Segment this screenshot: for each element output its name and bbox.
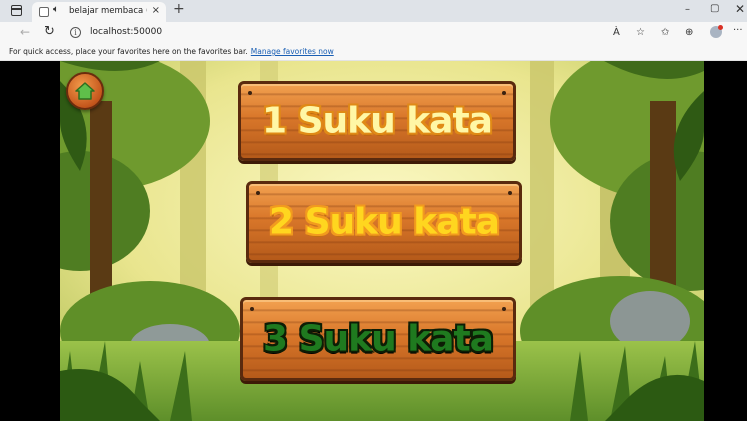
home-button[interactable] xyxy=(66,72,104,110)
speaker-icon[interactable]: 🔈︎ xyxy=(53,4,59,15)
reload-icon[interactable]: ↻ xyxy=(44,24,55,39)
option-label: 2 Suku kata xyxy=(269,201,500,243)
nail-icon xyxy=(508,191,512,195)
browser-tab[interactable]: 🔈︎ belajar membaca (Construct × xyxy=(32,2,166,22)
manage-favorites-link[interactable]: Manage favorites now xyxy=(251,47,334,56)
minimize-button[interactable]: – xyxy=(685,4,690,15)
browser-toolbar: ← ↻ i localhost:50000 À ☆ ✩ ⊕ ··· xyxy=(0,22,747,44)
nail-icon xyxy=(250,307,254,311)
maximize-button[interactable]: ▢ xyxy=(710,3,719,14)
option-label: 1 Suku kata xyxy=(262,100,493,142)
close-window-button[interactable]: ✕ xyxy=(735,2,745,16)
option-3-suku-kata[interactable]: 3 Suku kata xyxy=(240,297,516,381)
nail-icon xyxy=(502,91,506,95)
url-text[interactable]: localhost:50000 xyxy=(90,27,162,37)
tab-bar: 🔈︎ belajar membaca (Construct × + – ▢ ✕ xyxy=(0,0,747,22)
more-menu-icon[interactable]: ··· xyxy=(733,25,743,36)
option-label: 3 Suku kata xyxy=(263,318,494,360)
profile-avatar[interactable] xyxy=(710,25,723,38)
back-arrow-icon[interactable]: ← xyxy=(20,25,30,39)
nail-icon xyxy=(256,191,260,195)
collections-icon[interactable]: ⊕ xyxy=(685,27,693,38)
favorites-bar: For quick access, place your favorites h… xyxy=(0,44,747,61)
nail-icon xyxy=(502,307,506,311)
page-favicon-icon xyxy=(39,7,49,17)
option-1-suku-kata[interactable]: 1 Suku kata xyxy=(238,81,516,161)
tab-title: belajar membaca (Construct xyxy=(69,6,147,16)
nail-icon xyxy=(248,91,252,95)
option-2-suku-kata[interactable]: 2 Suku kata xyxy=(246,181,522,263)
tab-actions-icon[interactable] xyxy=(11,5,22,16)
add-favorite-icon[interactable]: ☆ xyxy=(636,27,645,38)
read-aloud-icon[interactable]: À xyxy=(613,27,620,38)
new-tab-button[interactable]: + xyxy=(173,1,185,17)
favorites-prompt: For quick access, place your favorites h… xyxy=(9,47,334,56)
home-icon xyxy=(75,82,95,100)
tab-close-icon[interactable]: × xyxy=(152,5,160,16)
favorites-icon[interactable]: ✩ xyxy=(661,27,669,38)
site-info-icon[interactable]: i xyxy=(70,27,81,38)
address-bar[interactable]: i localhost:50000 xyxy=(62,25,642,41)
